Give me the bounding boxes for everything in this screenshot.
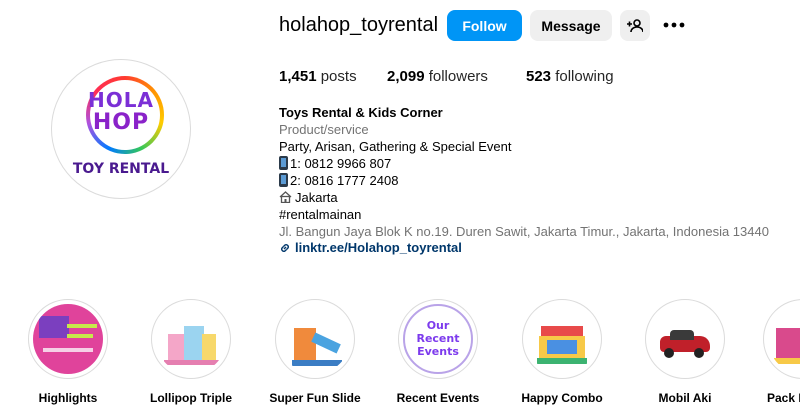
highlight-super-fun-slide[interactable]: Super Fun Slide	[269, 299, 361, 405]
profile-username: holahop_toyrental	[279, 14, 439, 36]
recent-events-text-1: Our	[426, 319, 450, 332]
phone-icon	[279, 173, 288, 187]
followers-stat[interactable]: 2,099 followers	[387, 68, 488, 85]
highlight-pack[interactable]: Pack M	[756, 299, 800, 405]
bio-name: Toys Rental & Kids Corner	[279, 105, 443, 120]
highlight-ring	[522, 299, 602, 379]
highlight-ring	[28, 299, 108, 379]
bio-line-location: Jakarta	[279, 189, 338, 206]
posts-label: posts	[320, 68, 357, 85]
location-text: Jakarta	[295, 190, 338, 205]
highlight-label: Happy Combo	[521, 391, 603, 405]
following-count: 523	[526, 68, 552, 85]
bio-address[interactable]: Jl. Bangun Jaya Blok K no.19. Duren Sawi…	[279, 223, 769, 240]
bio-category: Product/service	[279, 122, 369, 137]
highlight-ring	[151, 299, 231, 379]
logo-word-hola: HOLA	[88, 88, 154, 112]
highlight-ring	[645, 299, 725, 379]
highlight-thumbnail	[156, 304, 226, 374]
bio-link-text: linktr.ee/Holahop_toyrental	[295, 240, 462, 255]
recent-events-text-2: Recent	[416, 332, 460, 345]
highlight-ring	[763, 299, 800, 379]
highlight-label: Mobil Aki	[658, 391, 712, 405]
message-button[interactable]: Message	[530, 10, 612, 41]
bio-line-phone2: 2: 0816 1777 2408	[279, 172, 398, 189]
suggest-users-button[interactable]	[620, 10, 650, 41]
profile-avatar[interactable]: HOLA HOP TOY RENTAL	[51, 59, 191, 199]
person-add-icon	[627, 18, 643, 32]
more-options-button[interactable]	[662, 16, 686, 34]
highlight-happy-combo[interactable]: Happy Combo	[516, 299, 608, 405]
followers-count: 2,099	[387, 68, 425, 85]
highlight-thumbnail	[768, 304, 800, 374]
highlight-mobil-aki[interactable]: Mobil Aki	[639, 299, 731, 405]
holahop-logo: HOLA HOP TOY RENTAL	[56, 64, 186, 194]
phone2-text: 2: 0816 1777 2408	[290, 173, 399, 188]
logo-subtitle: TOY RENTAL	[72, 161, 170, 177]
highlight-ring: Our Recent Events	[398, 299, 478, 379]
followers-label: followers	[428, 68, 488, 85]
highlight-label: Super Fun Slide	[269, 391, 361, 405]
bio-link[interactable]: linktr.ee/Holahop_toyrental	[279, 239, 462, 256]
phone-icon	[279, 156, 288, 170]
highlight-thumbnail	[650, 304, 720, 374]
highlight-highlights[interactable]: Highlights	[22, 299, 114, 405]
link-icon	[281, 243, 289, 252]
follow-button[interactable]: Follow	[447, 10, 522, 41]
posts-count: 1,451	[279, 68, 317, 85]
following-label: following	[555, 68, 614, 85]
recent-events-text-3: Events	[417, 345, 459, 358]
bio-line-phone1: 1: 0812 9966 807	[279, 155, 391, 172]
phone1-text: 1: 0812 9966 807	[290, 156, 392, 171]
highlight-label: Pack M	[767, 391, 800, 405]
logo-word-hop: HOP	[92, 110, 150, 135]
highlight-thumbnail: Our Recent Events	[403, 304, 473, 374]
following-stat[interactable]: 523 following	[526, 68, 614, 85]
highlight-thumbnail	[280, 304, 350, 374]
highlight-ring	[275, 299, 355, 379]
highlight-thumbnail	[527, 304, 597, 374]
more-icon	[663, 22, 685, 28]
house-icon	[279, 191, 292, 204]
bio-line-events: Party, Arisan, Gathering & Special Event	[279, 139, 512, 154]
bio-hashtag[interactable]: #rentalmainan	[279, 206, 361, 223]
highlight-lollipop-triple[interactable]: Lollipop Triple	[145, 299, 237, 405]
highlight-label: Recent Events	[396, 391, 480, 405]
highlight-recent-events[interactable]: Our Recent Events Recent Events	[392, 299, 484, 405]
highlight-label: Lollipop Triple	[150, 391, 232, 405]
posts-stat: 1,451 posts	[279, 68, 357, 85]
highlight-thumbnail	[33, 304, 103, 374]
highlight-label: Highlights	[38, 391, 98, 405]
